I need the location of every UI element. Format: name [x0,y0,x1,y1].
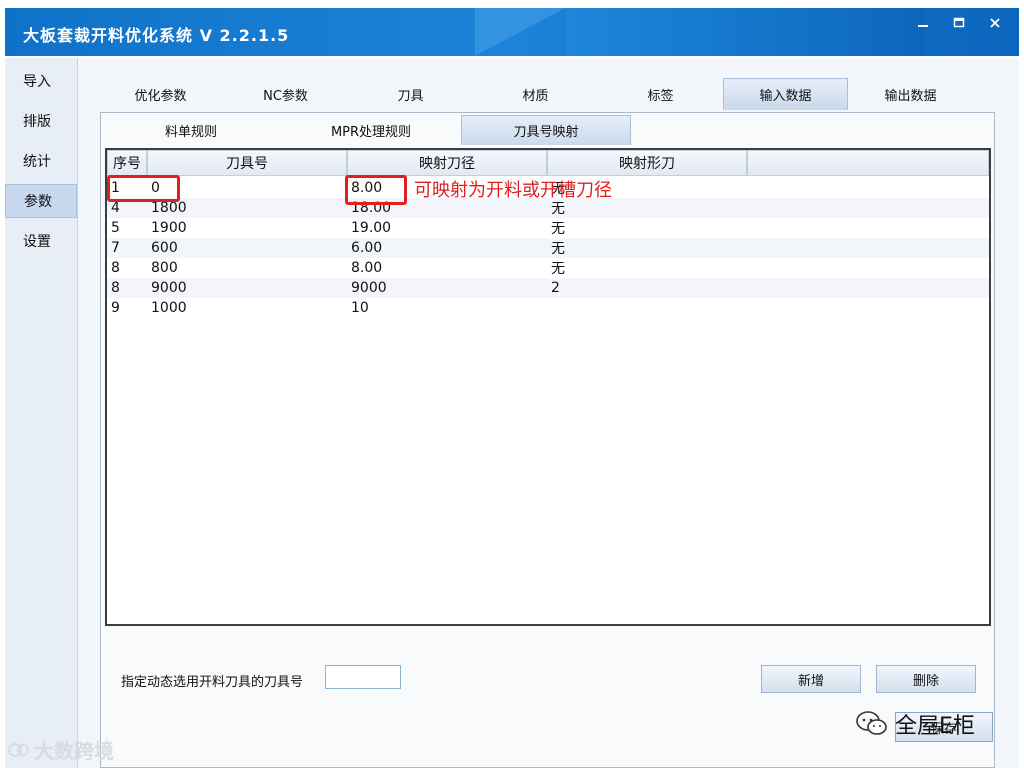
sidebar-item-label: 排版 [23,114,51,130]
add-button[interactable]: 新增 [761,665,861,693]
table-row[interactable]: 7 600 6.00 无 [107,238,989,258]
column-header-empty [747,150,989,176]
app-title: 大板套裁开料优化系统 V 2.2.1.5 [23,26,290,45]
table-row[interactable]: 8 800 8.00 无 [107,258,989,278]
wechat-icon [856,711,887,735]
tab-bom-rules[interactable]: 料单规则 [101,115,281,145]
title-bar-decoration-2 [565,8,925,56]
cell-index[interactable]: 8 [107,278,147,298]
tool-mapping-grid: 序号 刀具号 映射刀径 映射形刀 1 0 8.00 无 4 1800 18.00… [105,148,991,626]
main-content: 优化参数 NC参数 刀具 材质 标签 输入数据 输出数据 料单规则 MPR处理规… [78,58,1019,768]
table-row[interactable]: 5 1900 19.00 无 [107,218,989,238]
watermark-right-text: 全屋E柜 [895,714,975,739]
watermark-left: 大数跨境 [8,735,114,764]
tab-input-data[interactable]: 输入数据 [723,78,848,110]
watermark-left-text: 大数跨境 [34,739,114,763]
tab-output-data[interactable]: 输出数据 [848,78,973,110]
cell-mapped-diameter[interactable]: 8.00 [347,258,547,278]
cell-index[interactable]: 9 [107,298,147,318]
cell-index[interactable]: 7 [107,238,147,258]
window-controls [907,12,1011,34]
column-header-mapped-shape-tool[interactable]: 映射形刀 [547,150,747,176]
column-header-index[interactable]: 序号 [107,150,147,176]
grid-header: 序号 刀具号 映射刀径 映射形刀 [107,150,989,177]
sidebar-item-statistics[interactable]: 统计 [5,144,77,178]
cell-index[interactable]: 5 [107,218,147,238]
tab-tools[interactable]: 刀具 [348,78,473,110]
cell-mapped-shape-tool[interactable]: 无 [547,218,747,238]
watermark-logo-icon [8,742,29,757]
cell-mapped-shape-tool[interactable]: 无 [547,238,747,258]
cell-mapped-diameter[interactable]: 6.00 [347,238,547,258]
cell-index[interactable]: 4 [107,198,147,218]
bottom-bar: 指定动态选用开料刀具的刀具号 新增 删除 [101,658,994,698]
watermark-right: 全屋E柜 [855,708,975,740]
tab-materials[interactable]: 材质 [473,78,598,110]
cell-tool-no[interactable]: 0 [147,178,347,198]
cell-tool-no[interactable]: 600 [147,238,347,258]
sidebar: 导入 排版 统计 参数 设置 [5,58,78,768]
sub-tabs: 料单规则 MPR处理规则 刀具号映射 [101,115,994,147]
column-header-tool-no[interactable]: 刀具号 [147,150,347,176]
tab-optimization-params[interactable]: 优化参数 [98,78,223,110]
tab-nc-params[interactable]: NC参数 [223,78,348,110]
sidebar-item-label: 导入 [23,74,51,90]
cell-mapped-diameter[interactable]: 19.00 [347,218,547,238]
cell-mapped-shape-tool[interactable] [547,298,747,318]
minimize-icon[interactable] [907,12,939,34]
maximize-icon[interactable] [943,12,975,34]
delete-button[interactable]: 删除 [876,665,976,693]
table-row[interactable]: 8 9000 9000 2 [107,278,989,298]
sidebar-item-label: 设置 [23,234,51,250]
tab-mpr-rules[interactable]: MPR处理规则 [281,115,461,145]
sidebar-item-parameters[interactable]: 参数 [5,184,77,218]
tab-labels[interactable]: 标签 [598,78,723,110]
annotation-text: 可映射为开料或开槽刀径 [414,180,612,201]
dynamic-tool-label: 指定动态选用开料刀具的刀具号 [121,675,304,690]
cell-index[interactable]: 8 [107,258,147,278]
sidebar-item-layout[interactable]: 排版 [5,104,77,138]
cell-mapped-diameter[interactable]: 9000 [347,278,547,298]
cell-tool-no[interactable]: 1900 [147,218,347,238]
input-data-panel: 料单规则 MPR处理规则 刀具号映射 序号 刀具号 映射刀径 映射形刀 1 0 … [100,112,995,768]
cell-mapped-shape-tool[interactable]: 无 [547,258,747,278]
cell-index[interactable]: 1 [107,178,147,198]
cell-mapped-shape-tool[interactable]: 2 [547,278,747,298]
table-row[interactable]: 9 1000 10 [107,298,989,318]
cell-tool-no[interactable]: 9000 [147,278,347,298]
cell-tool-no[interactable]: 800 [147,258,347,278]
tab-tool-mapping[interactable]: 刀具号映射 [461,115,631,145]
sidebar-item-import[interactable]: 导入 [5,64,77,98]
title-bar-decoration [475,8,565,56]
cell-tool-no[interactable]: 1000 [147,298,347,318]
close-icon[interactable] [979,12,1011,34]
top-tabs: 优化参数 NC参数 刀具 材质 标签 输入数据 输出数据 [98,78,998,110]
sidebar-item-label: 参数 [24,194,52,210]
title-bar: 大板套裁开料优化系统 V 2.2.1.5 [5,8,1019,56]
cell-mapped-diameter[interactable]: 10 [347,298,547,318]
cell-tool-no[interactable]: 1800 [147,198,347,218]
column-header-mapped-diameter[interactable]: 映射刀径 [347,150,547,176]
dynamic-tool-input[interactable] [325,665,401,689]
sidebar-item-settings[interactable]: 设置 [5,224,77,258]
sidebar-item-label: 统计 [23,154,51,170]
